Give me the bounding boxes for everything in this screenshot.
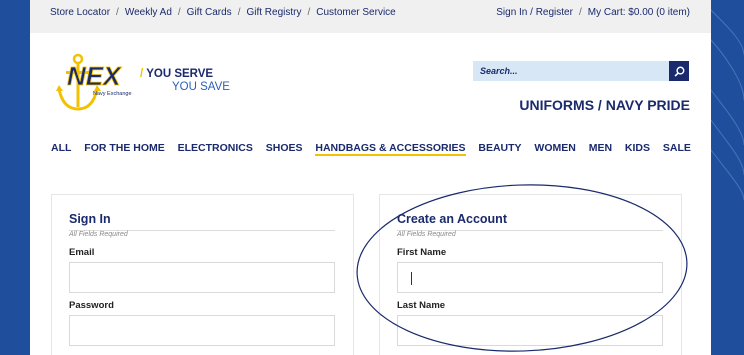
nav-item-sale[interactable]: SALE (663, 140, 691, 156)
create-account-title: Create an Account (397, 212, 507, 226)
password-field[interactable] (69, 315, 335, 346)
required-note: All Fields Required (397, 231, 456, 238)
navy-exchange-subtitle: Navy Exchange (93, 91, 132, 97)
search-button[interactable] (669, 61, 689, 81)
sign-in-panel: Sign In All Fields Required Email Passwo… (51, 194, 354, 355)
first-name-label: First Name (397, 247, 447, 258)
utility-bar: Store Locator / Weekly Ad / Gift Cards /… (30, 0, 711, 33)
last-name-label: Last Name (397, 300, 446, 311)
nav-item-for-the-home[interactable]: FOR THE HOME (84, 140, 165, 156)
brand-tagline[interactable]: UNIFORMS / NAVY PRIDE (519, 97, 690, 113)
page-container: Store Locator / Weekly Ad / Gift Cards /… (30, 0, 711, 355)
nav-item-men[interactable]: MEN (589, 140, 612, 156)
last-name-field[interactable] (397, 315, 663, 346)
create-account-panel: Create an Account All Fields Required Fi… (379, 194, 682, 355)
search-icon (674, 66, 684, 77)
nav-item-electronics[interactable]: ELECTRONICS (178, 140, 253, 156)
slogan: / YOU SERVE YOU SAVE (140, 68, 230, 94)
store-locator-link[interactable]: Store Locator (50, 7, 110, 18)
email-field[interactable] (69, 262, 335, 293)
nav-item-shoes[interactable]: SHOES (266, 140, 303, 156)
separator: / (578, 6, 582, 18)
customer-service-link[interactable]: Customer Service (316, 7, 395, 18)
slogan-line-1: YOU SERVE (146, 68, 214, 80)
separator: / (116, 6, 119, 18)
separator: / (177, 6, 181, 18)
nav-item-beauty[interactable]: BEAUTY (478, 140, 521, 156)
utility-links: Store Locator / Weekly Ad / Gift Cards /… (50, 0, 396, 24)
required-note: All Fields Required (69, 231, 128, 238)
nex-wordmark: NEX (67, 61, 122, 91)
password-label: Password (69, 300, 114, 311)
weekly-ad-link[interactable]: Weekly Ad (125, 7, 172, 18)
sign-in-title: Sign In (69, 212, 111, 226)
main-navigation: ALL FOR THE HOME ELECTRONICS SHOES HANDB… (51, 140, 691, 162)
nav-item-kids[interactable]: KIDS (625, 140, 650, 156)
slogan-line-2: YOU SAVE (172, 81, 230, 93)
account-links: Sign In / Register / My Cart: $0.00 (0 i… (496, 0, 690, 24)
nav-item-women[interactable]: WOMEN (534, 140, 575, 156)
separator: / (307, 6, 311, 18)
gift-cards-link[interactable]: Gift Cards (187, 7, 232, 18)
sign-in-register-link[interactable]: Sign In / Register (496, 7, 573, 18)
search-bar (473, 61, 689, 81)
text-cursor (411, 272, 412, 285)
email-label: Email (69, 247, 95, 258)
nav-item-handbags-accessories[interactable]: HANDBAGS & ACCESSORIES (315, 140, 466, 156)
slogan-slash: / (140, 68, 144, 80)
separator: / (237, 6, 241, 18)
gift-registry-link[interactable]: Gift Registry (246, 7, 301, 18)
first-name-field[interactable] (397, 262, 663, 293)
my-cart-link[interactable]: My Cart: $0.00 (0 item) (588, 7, 690, 18)
search-input[interactable] (473, 61, 669, 81)
nav-item-all[interactable]: ALL (51, 140, 71, 156)
